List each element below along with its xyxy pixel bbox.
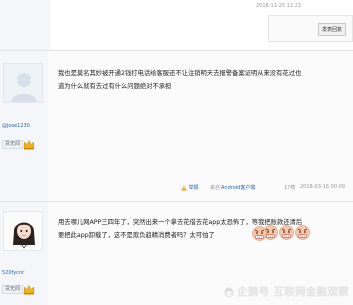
user-avatar-photo <box>4 212 42 250</box>
avatar[interactable] <box>3 63 43 103</box>
user-column: @jose1230 贷无闻 <box>0 51 48 201</box>
report-label: 举报 <box>188 185 199 191</box>
source-link[interactable]: Android客户端 <box>221 184 255 191</box>
user-column: 520fycnr 贷无闻 <box>0 202 48 305</box>
previous-post-user-column <box>0 0 50 50</box>
post-content: 我也是莫名其妙被开通2钱打电话给客服还不让注销明天去报警备案证明从来没有花过也 … <box>58 67 353 93</box>
user-level-badge: 贷无闻 <box>2 285 24 294</box>
user-level-text: 贷无闻 <box>2 285 24 294</box>
previous-post-timestamp: 2018-11-25 12:23 <box>256 3 302 9</box>
previous-post-footer: 2018-11-25 12:23 发表回复 <box>0 0 353 50</box>
watermark-text: 企鹅号 互联网金融观察 <box>237 286 349 298</box>
angry-emoji-icon <box>279 225 294 240</box>
post-content-line: 道为什么就有去过有什么问题绝对不承担 <box>58 83 172 90</box>
report-link[interactable]: 举报 <box>181 184 199 191</box>
post-timestamp: 2018-03-16 00:09 <box>300 184 346 190</box>
post-footer: 举报 来自 Android客户端 17楼 2018-03-16 00:09 <box>0 184 353 194</box>
reply-post-18: 520fycnr 贷无闻 用去哪儿网APP三四年了，突然出来一个拿去花借去花ap… <box>0 202 353 305</box>
crown-icon <box>23 284 35 295</box>
penguin-logo-icon <box>224 287 234 297</box>
user-level-badge: 贷无闻 <box>2 140 24 149</box>
username[interactable]: @jose1230 <box>2 123 30 129</box>
crown-icon <box>23 139 35 150</box>
angry-emoji-icon <box>295 225 310 240</box>
warning-icon <box>181 184 187 191</box>
angry-emoji-icon <box>252 226 267 241</box>
user-level-text: 贷无闻 <box>2 140 24 149</box>
username[interactable]: 520fycnr <box>2 270 24 276</box>
floor-number: 17楼 <box>284 185 296 191</box>
source-prefix: 来自 <box>210 185 221 191</box>
reply-button[interactable]: 发表回复 <box>318 23 347 36</box>
reply-post-17: @jose1230 贷无闻 我也是莫名其妙被开通2钱打电话给客服还不让注销明天去… <box>0 51 353 201</box>
forum-thread-page: 2018-11-25 12:23 发表回复 @jose1230 贷无闻 我也是莫… <box>0 0 353 305</box>
post-content-line: 我也是莫名其妙被开通2钱打电话给客服还不让注销明天去报警备案证明从来没有花过也 <box>58 70 302 77</box>
watermark: 企鹅号 互联网金融观察 <box>223 284 349 299</box>
avatar[interactable] <box>3 211 43 251</box>
default-avatar-icon <box>4 64 42 102</box>
